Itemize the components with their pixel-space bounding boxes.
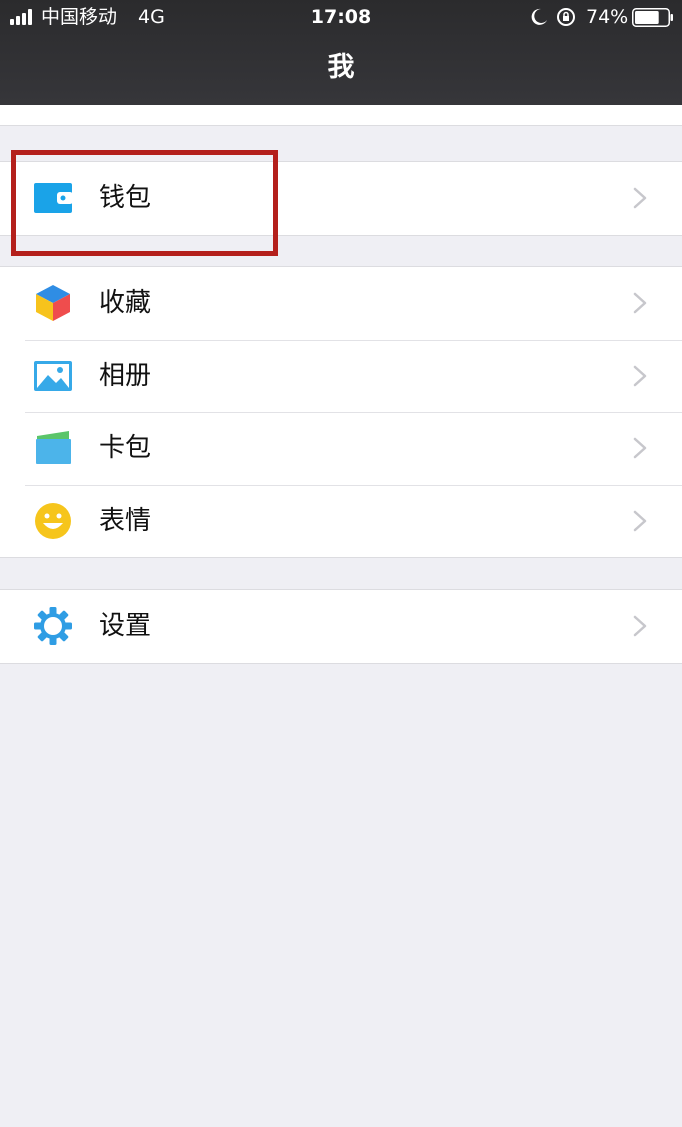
status-bar: 中国移动 4G 17:08 74% <box>0 0 682 36</box>
chevron-right-icon <box>633 365 647 386</box>
top-bar: 中国移动 4G 17:08 74% 我 <box>0 0 682 105</box>
chevron-right-icon <box>633 187 647 209</box>
menu-item-label: 表情 <box>99 505 152 536</box>
menu-item-settings[interactable]: 设置 <box>0 590 682 663</box>
chevron-right-icon <box>633 292 647 314</box>
battery-percent: 74% <box>586 6 629 28</box>
wallet-highlight-box <box>11 150 278 256</box>
menu-item-label: 收藏 <box>99 288 152 318</box>
status-time: 17:08 <box>310 6 372 28</box>
sticker-smiley-icon <box>35 502 71 539</box>
chevron-right-icon <box>633 615 647 637</box>
menu-item-label: 设置 <box>99 611 152 641</box>
menu-item-label: 相册 <box>99 360 152 391</box>
settings-gear-icon <box>34 607 72 645</box>
battery-icon <box>632 8 673 27</box>
album-icon <box>34 360 72 391</box>
settings-group: 设置 <box>0 589 682 664</box>
favorites-cube-icon <box>36 285 70 321</box>
page-title: 我 <box>327 52 355 83</box>
chevron-right-icon <box>633 437 647 459</box>
rotation-lock-icon <box>557 8 575 26</box>
profile-section-remnant <box>0 105 682 126</box>
chevron-right-icon <box>633 510 647 531</box>
card-pack-icon <box>36 431 71 464</box>
moon-icon <box>531 8 547 25</box>
menu-item-favorites[interactable]: 收藏 <box>0 267 682 340</box>
menu-item-album[interactable]: 相册 <box>0 339 682 413</box>
main-group: 收藏 相册 卡包 表情 <box>0 266 682 558</box>
menu-item-stickers[interactable]: 表情 <box>0 484 682 558</box>
menu-item-label: 卡包 <box>99 433 152 463</box>
menu-item-card-pack[interactable]: 卡包 <box>0 412 682 485</box>
